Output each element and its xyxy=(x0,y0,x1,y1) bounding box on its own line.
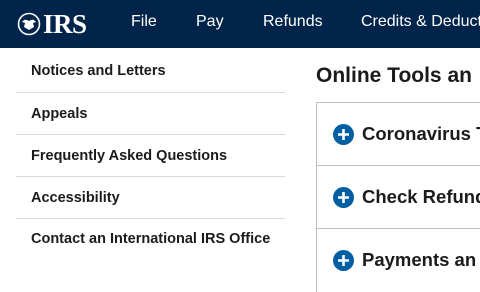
sidebar-item-accessibility[interactable]: Accessibility xyxy=(16,177,285,219)
sidebar-item-notices-letters[interactable]: Notices and Letters xyxy=(16,50,285,93)
sidebar-item-faq[interactable]: Frequently Asked Questions xyxy=(16,135,285,177)
sidebar-item-appeals[interactable]: Appeals xyxy=(16,93,285,135)
accordion-item-label: Coronavirus T xyxy=(362,123,480,144)
online-tools-accordion: Coronavirus T Check Refund Payments an xyxy=(316,102,480,292)
plus-circle-icon xyxy=(333,250,354,271)
page-title: Online Tools an xyxy=(316,64,472,87)
accordion-item-payments[interactable]: Payments an xyxy=(317,229,480,292)
sidebar-menu: Notices and Letters Appeals Frequently A… xyxy=(16,50,285,279)
plus-circle-icon xyxy=(333,124,354,145)
nav-refunds[interactable]: Refunds xyxy=(263,13,323,31)
nav-credits-deductions[interactable]: Credits & Deductio xyxy=(361,13,480,31)
plus-circle-icon xyxy=(333,187,354,208)
accordion-item-check-refund[interactable]: Check Refund xyxy=(317,166,480,229)
main-nav: File Pay Refunds Credits & Deductio xyxy=(0,0,480,48)
accordion-item-coronavirus[interactable]: Coronavirus T xyxy=(317,103,480,166)
top-navigation-bar: IRS File Pay Refunds Credits & Deductio xyxy=(0,0,480,48)
sidebar-item-international-office[interactable]: Contact an International IRS Office xyxy=(16,219,285,279)
accordion-item-label: Check Refund xyxy=(362,186,480,207)
nav-file[interactable]: File xyxy=(131,13,157,31)
accordion-item-label: Payments an xyxy=(362,249,477,270)
nav-pay[interactable]: Pay xyxy=(196,13,224,31)
